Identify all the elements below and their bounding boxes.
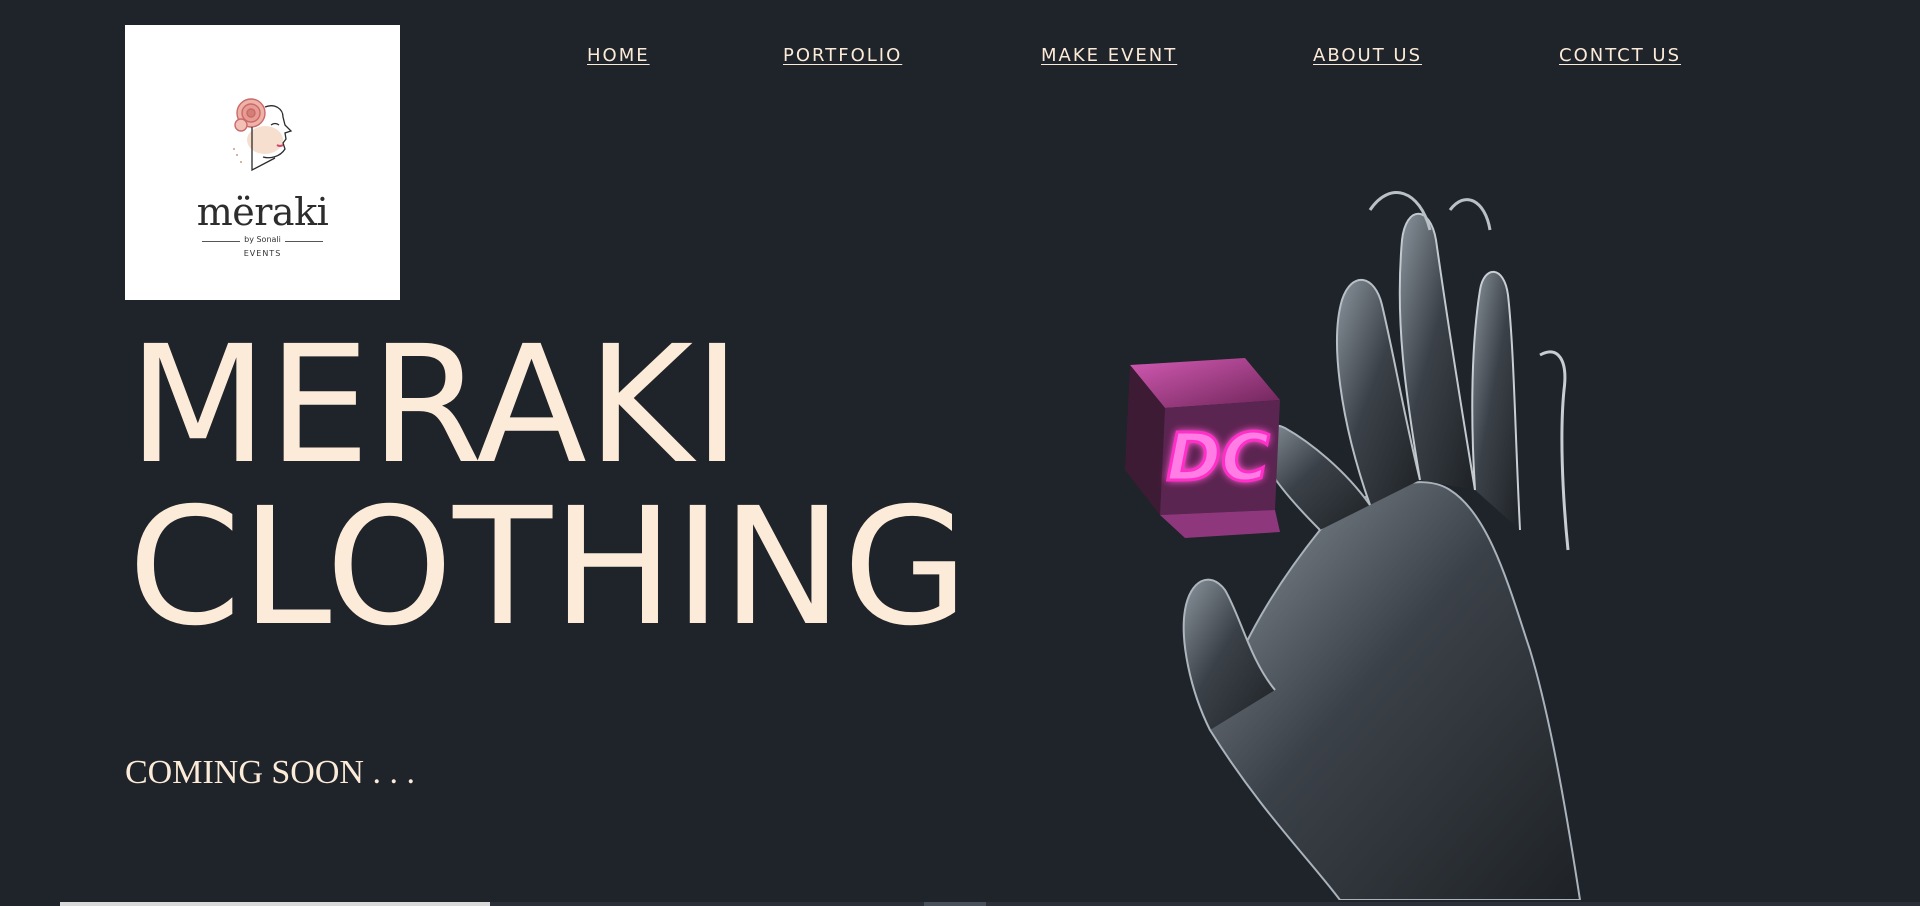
horizontal-scrollbar[interactable]: [60, 902, 1920, 906]
nav-about-link[interactable]: ABOUT US: [1313, 45, 1422, 66]
woman-profile-flower-icon: [233, 98, 293, 172]
nav-contact-link[interactable]: CONTCT US: [1559, 45, 1681, 66]
nav-portfolio-link[interactable]: PORTFOLIO: [783, 45, 902, 66]
scrollbar-marker: [924, 902, 986, 906]
logo-wordmark: mëraki: [196, 190, 329, 234]
cube-logo-text: DC: [1166, 419, 1269, 496]
scrollbar-thumb[interactable]: [60, 902, 490, 906]
hero-image: DC: [1090, 170, 1650, 904]
nav-home-link[interactable]: HOME: [587, 45, 650, 66]
hero-title-line-2: CLOTHING: [128, 474, 969, 662]
logo-byline: by Sonali: [244, 235, 281, 244]
coming-soon-text: COMING SOON . . .: [125, 754, 415, 791]
nav-make-event-link[interactable]: MAKE EVENT: [1041, 45, 1177, 66]
logo[interactable]: mëraki by Sonali EVENTS: [125, 25, 400, 300]
hand-holding-neon-cube-image: DC: [1125, 191, 1582, 901]
logo-rule-right: [285, 241, 323, 242]
logo-subtitle: EVENTS: [243, 249, 282, 258]
hero-title-line-1: MERAKI: [128, 312, 741, 500]
